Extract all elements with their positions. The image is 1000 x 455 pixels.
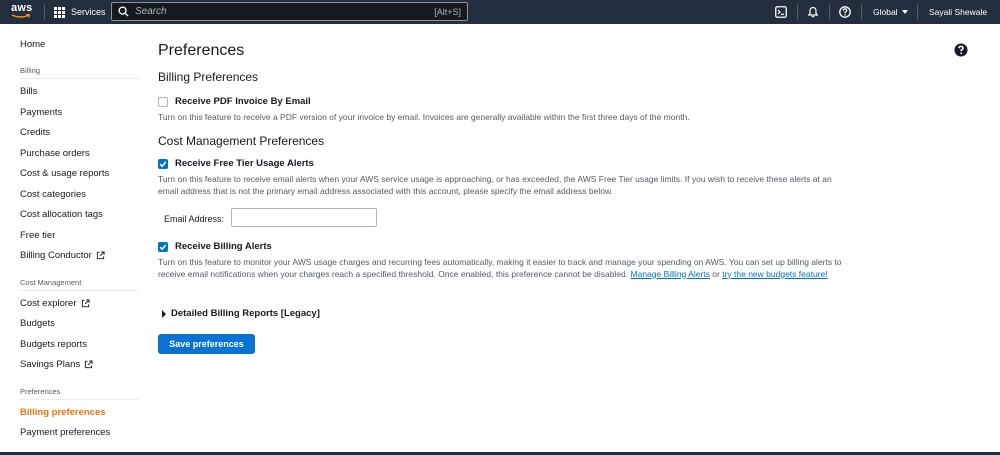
free-tier-alerts-label: Receive Free Tier Usage Alerts xyxy=(175,158,314,169)
region-selector[interactable]: Global xyxy=(873,0,908,24)
sidebar-item-purchase-orders[interactable]: Purchase orders xyxy=(20,148,90,159)
cost-management-preferences-heading: Cost Management Preferences xyxy=(158,134,325,148)
search-input[interactable] xyxy=(135,6,435,17)
aws-smile-icon xyxy=(11,14,31,18)
external-link-icon xyxy=(96,251,105,260)
sidebar-item-home[interactable]: Home xyxy=(20,39,45,50)
sidebar-item-billing-preferences[interactable]: Billing preferences xyxy=(20,407,106,418)
search-icon xyxy=(118,6,129,17)
services-label: Services xyxy=(71,7,106,17)
sidebar-item-payments[interactable]: Payments xyxy=(20,107,62,118)
sidebar-section-billing: Billing xyxy=(20,66,139,79)
nav-divider xyxy=(861,4,862,20)
billing-preferences-heading: Billing Preferences xyxy=(158,70,259,84)
aws-logo-text: aws xyxy=(11,2,33,14)
checkmark-icon xyxy=(159,160,167,167)
chevron-down-icon xyxy=(901,10,908,14)
checkmark-icon xyxy=(159,243,167,250)
sidebar-item-budgets-reports[interactable]: Budgets reports xyxy=(20,339,87,350)
sidebar-item-bills[interactable]: Bills xyxy=(20,86,37,97)
billing-alerts-label: Receive Billing Alerts xyxy=(175,241,272,252)
billing-alerts-option: Receive Billing Alerts xyxy=(158,241,272,252)
save-preferences-button[interactable]: Save preferences xyxy=(158,334,255,354)
billing-alerts-checkbox[interactable] xyxy=(158,241,168,252)
search-box[interactable]: [Alt+S] xyxy=(111,2,468,21)
sidebar-item-cost-categories[interactable]: Cost categories xyxy=(20,189,86,200)
detailed-billing-reports-expander[interactable]: Detailed Billing Reports [Legacy] xyxy=(162,308,320,319)
aws-logo[interactable]: aws xyxy=(9,2,35,22)
nav-divider xyxy=(44,4,45,20)
sidebar-item-payment-preferences[interactable]: Payment preferences xyxy=(20,427,110,438)
billing-alerts-description: Turn on this feature to monitor your AWS… xyxy=(158,257,842,279)
services-menu-button[interactable]: Services xyxy=(54,0,106,24)
user-name: Sayali Shewale xyxy=(929,7,988,17)
email-address-input[interactable] xyxy=(231,208,377,227)
search-shortcut-hint: [Alt+S] xyxy=(434,6,461,17)
sidebar-item-savings-plans[interactable]: Savings Plans xyxy=(20,359,93,370)
pdf-invoice-label: Receive PDF Invoice By Email xyxy=(175,96,311,107)
free-tier-alerts-description: Turn on this feature to receive email al… xyxy=(158,174,832,196)
external-link-icon xyxy=(81,299,90,308)
pdf-invoice-checkbox[interactable] xyxy=(158,96,168,107)
sidebar: Home Billing Bills Payments Credits Purc… xyxy=(0,24,150,452)
email-address-label: Email Address: xyxy=(164,214,225,224)
top-navigation-bar: aws Services [Alt+S] xyxy=(0,0,1000,24)
nav-divider xyxy=(797,4,798,20)
sidebar-item-credits[interactable]: Credits xyxy=(20,127,50,138)
nav-divider xyxy=(917,4,918,20)
sidebar-item-budgets[interactable]: Budgets xyxy=(20,318,55,329)
nav-divider xyxy=(829,4,830,20)
sidebar-item-free-tier[interactable]: Free tier xyxy=(20,230,55,241)
manage-billing-alerts-link[interactable]: Manage Billing Alerts xyxy=(631,269,710,279)
new-budgets-feature-link[interactable]: try the new budgets feature! xyxy=(722,269,827,279)
cloudshell-icon[interactable] xyxy=(774,5,788,19)
sidebar-item-cost-allocation-tags[interactable]: Cost allocation tags xyxy=(20,209,103,220)
page-title: Preferences xyxy=(158,42,245,59)
detailed-billing-reports-label: Detailed Billing Reports [Legacy] xyxy=(171,308,320,319)
caret-right-icon xyxy=(162,309,166,318)
services-grid-icon xyxy=(54,6,65,18)
free-tier-alerts-option: Receive Free Tier Usage Alerts xyxy=(158,158,314,169)
sidebar-section-preferences: Preferences xyxy=(20,387,139,400)
sidebar-item-billing-conductor[interactable]: Billing Conductor xyxy=(20,250,105,261)
sidebar-section-cost-management: Cost Management xyxy=(20,278,139,291)
pdf-invoice-option: Receive PDF Invoice By Email xyxy=(158,96,311,107)
sidebar-item-cost-explorer[interactable]: Cost explorer xyxy=(20,298,90,309)
bell-icon[interactable] xyxy=(806,5,820,19)
help-circle-icon[interactable] xyxy=(838,5,852,19)
help-icon[interactable] xyxy=(954,43,968,57)
user-menu[interactable]: Sayali Shewale xyxy=(929,0,987,24)
pdf-invoice-description: Turn on this feature to receive a PDF ve… xyxy=(158,112,690,122)
external-link-icon xyxy=(85,360,93,369)
region-label: Global xyxy=(873,7,898,17)
sidebar-item-cost-usage-reports[interactable]: Cost & usage reports xyxy=(20,168,109,179)
free-tier-alerts-checkbox[interactable] xyxy=(158,158,168,169)
